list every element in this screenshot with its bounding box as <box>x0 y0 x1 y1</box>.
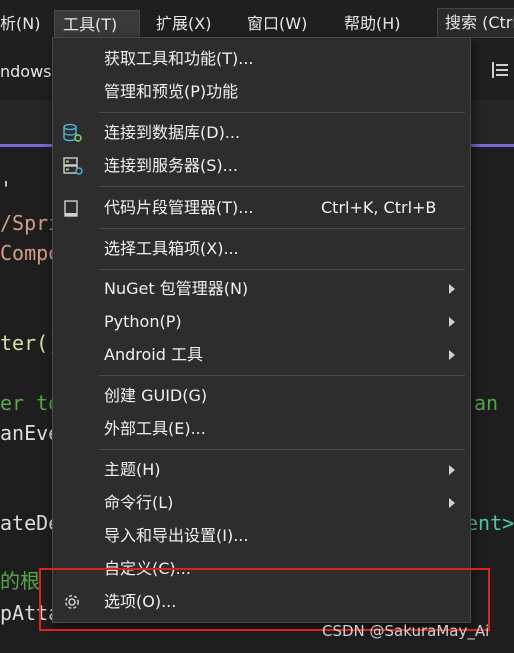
submenu-arrow-icon <box>449 350 455 360</box>
menu-item-label: 代码片段管理器(T)... <box>104 198 254 217</box>
menu-item-label: 外部工具(E)... <box>104 419 206 438</box>
server-connect-icon <box>63 157 83 175</box>
menu-separator <box>99 112 465 113</box>
menu-item-connect-database[interactable]: 连接到数据库(D)... <box>53 117 470 149</box>
menu-item-android-tools[interactable]: Android 工具 <box>53 339 470 371</box>
snippet-icon <box>64 200 78 217</box>
menu-item-label: 命令行(L) <box>104 493 174 512</box>
menu-item-label: Android 工具 <box>104 345 203 364</box>
toolbar-list-icon[interactable] <box>490 60 510 80</box>
menu-item-label: Python(P) <box>104 312 182 331</box>
menu-item-connect-server[interactable]: 连接到服务器(S)... <box>53 150 470 182</box>
menu-item-import-export-settings[interactable]: 导入和导出设置(I)... <box>53 520 470 552</box>
menu-item-create-guid[interactable]: 创建 GUID(G) <box>53 380 470 412</box>
code-line: ent> <box>466 511 514 535</box>
menu-item-label: 主题(H) <box>104 460 161 479</box>
menu-separator <box>99 375 465 376</box>
code-line: an <box>474 391 499 415</box>
menu-separator <box>99 228 465 229</box>
menu-item-label: 管理和预览(P)功能 <box>104 82 239 101</box>
menu-item-python[interactable]: Python(P) <box>53 306 470 338</box>
menu-item-label: 选择工具箱项(X)... <box>104 239 239 258</box>
submenu-arrow-icon <box>449 498 455 508</box>
menu-item-label: 创建 GUID(G) <box>104 386 208 405</box>
menu-item-snippet-manager[interactable]: 代码片段管理器(T)... Ctrl+K, Ctrl+B <box>53 192 470 224</box>
menu-item-external-tools[interactable]: 外部工具(E)... <box>53 413 470 445</box>
menu-item-shortcut: Ctrl+K, Ctrl+B <box>321 198 437 217</box>
menu-item-manage-preview[interactable]: 管理和预览(P)功能 <box>53 76 470 108</box>
menu-extensions[interactable]: 扩展(X) <box>148 10 219 38</box>
database-connect-icon <box>63 123 82 142</box>
menu-separator <box>99 269 465 270</box>
menu-item-theme[interactable]: 主题(H) <box>53 454 470 486</box>
menu-separator <box>99 186 465 187</box>
tools-dropdown-menu: 获取工具和功能(T)... 管理和预览(P)功能 连接到数据库(D)... 连接… <box>52 37 471 623</box>
submenu-arrow-icon <box>449 465 455 475</box>
menu-item-label: 获取工具和功能(T)... <box>104 49 254 68</box>
search-box[interactable]: 搜索 (Ctrl <box>437 8 514 38</box>
menu-item-command-line[interactable]: 命令行(L) <box>53 487 470 519</box>
menu-item-label: 连接到数据库(D)... <box>104 123 241 142</box>
menu-item-label: 导入和导出设置(I)... <box>104 526 249 545</box>
submenu-arrow-icon <box>449 284 455 294</box>
toolbar-platform-dropdown[interactable]: ndows <box>0 62 52 81</box>
menu-tools[interactable]: 工具(T) <box>54 10 140 38</box>
code-line: ' <box>0 177 13 201</box>
menu-item-nuget[interactable]: NuGet 包管理器(N) <box>53 273 470 305</box>
menu-item-get-tools[interactable]: 获取工具和功能(T)... <box>53 43 470 75</box>
menu-item-label: 连接到服务器(S)... <box>104 156 238 175</box>
submenu-arrow-icon <box>449 317 455 327</box>
watermark: CSDN @SakuraMay_Ai <box>322 622 490 640</box>
menu-window[interactable]: 窗口(W) <box>239 10 315 38</box>
menu-help[interactable]: 帮助(H) <box>336 10 409 38</box>
menu-separator <box>99 449 465 450</box>
code-line: 的根 <box>0 569 40 593</box>
menu-item-choose-toolbox[interactable]: 选择工具箱项(X)... <box>53 233 470 265</box>
menu-analyze[interactable]: 析(N) <box>0 10 48 38</box>
menu-item-label: NuGet 包管理器(N) <box>104 279 249 298</box>
